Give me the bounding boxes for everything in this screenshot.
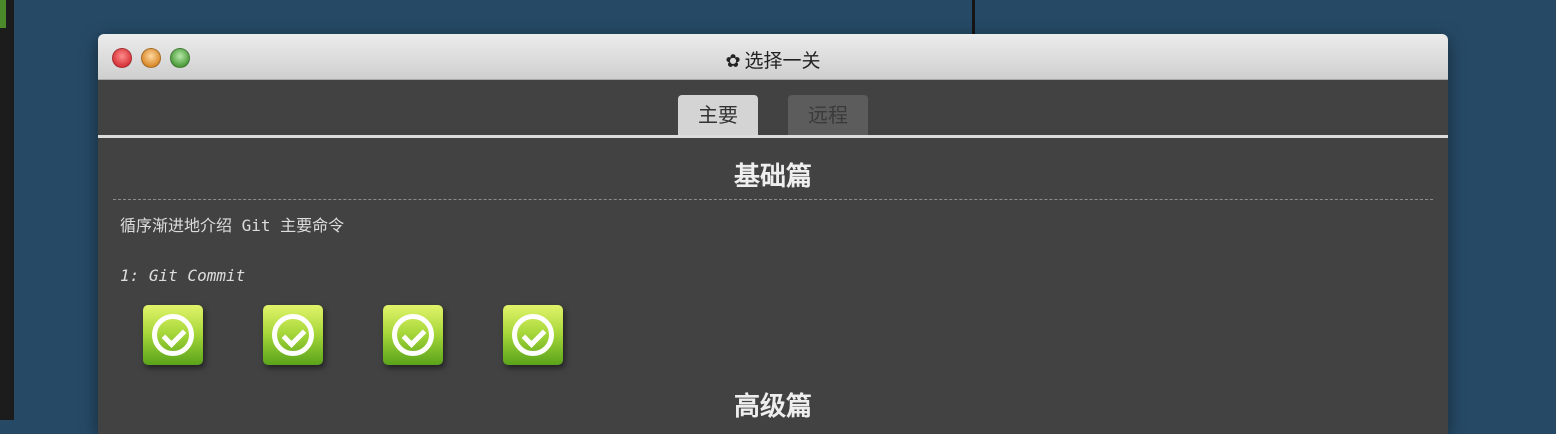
section-title-advanced: 高级篇 (733, 392, 812, 422)
check-icon (272, 314, 314, 356)
level-name: 1: Git Commit (120, 266, 246, 285)
level-button-4[interactable] (503, 305, 563, 365)
tab-bar: 主要 远程 (98, 80, 1448, 138)
window-titlebar[interactable]: ✿ 选择一关 (98, 34, 1448, 80)
left-desktop-strip (0, 0, 14, 420)
gear-icon: ✿ (725, 51, 741, 72)
level-button-2[interactable] (263, 305, 323, 365)
tab-remote[interactable]: 远程 (788, 95, 868, 135)
window-title-text: 选择一关 (744, 50, 821, 72)
check-icon (152, 314, 194, 356)
level-select-window: ✿ 选择一关 主要 远程 基础篇 循序渐进地介绍 Git 主要命令 1: Git … (98, 34, 1448, 434)
level-button-1[interactable] (143, 305, 203, 365)
level-button-3[interactable] (383, 305, 443, 365)
section-description: 循序渐进地介绍 Git 主要命令 (120, 216, 345, 235)
background-divider (972, 0, 975, 36)
check-icon (512, 314, 554, 356)
check-icon (392, 314, 434, 356)
tab-main[interactable]: 主要 (678, 95, 758, 135)
window-title: ✿ 选择一关 (98, 46, 1448, 73)
level-buttons-row (98, 305, 1448, 385)
section-separator (113, 199, 1433, 200)
section-title-basic: 基础篇 (733, 162, 812, 192)
left-strip-accent (0, 0, 6, 28)
